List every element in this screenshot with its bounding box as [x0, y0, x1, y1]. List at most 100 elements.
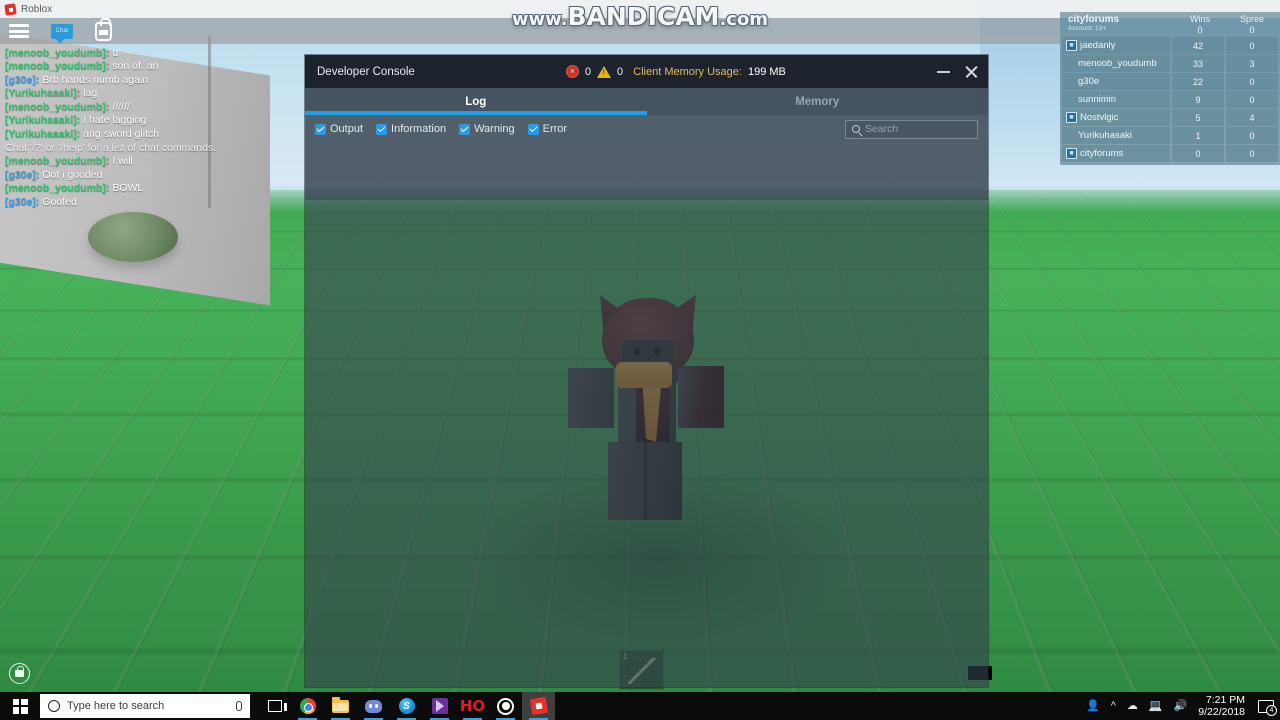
leaderboard-row-spree: 0 [1226, 91, 1278, 108]
screen: 1 Roblox Chat [menoob_youdumb]: u [menoo… [0, 0, 1280, 720]
window-controls [937, 65, 982, 79]
leaderboard-row[interactable]: g30e 22 0 [1062, 73, 1278, 90]
warning-count: 0 [617, 65, 624, 78]
chat-author: [menoob_youdumb]: [5, 60, 110, 73]
taskbar-app-icons: S HO [258, 692, 555, 720]
checkbox-output[interactable] [315, 123, 326, 135]
windows-taskbar: Type here to search S HO 👤 ^ ☁ 💻 🔊 7:21 … [0, 692, 1280, 720]
leaderboard-row-name-cell: ■ cityforums [1062, 145, 1170, 162]
taskbar-app-roblox[interactable] [522, 692, 555, 720]
microphone-icon[interactable] [236, 701, 242, 711]
leaderboard-row-wins: 5 [1172, 109, 1224, 126]
chat-author: [menoob_youdumb]: [5, 155, 110, 168]
clock-time: 7:21 PM [1205, 694, 1245, 706]
mouse-lock-icon[interactable] [9, 663, 30, 684]
chat-message: Chat '/?' or '/help' for a list of chat … [5, 141, 217, 154]
leaderboard-row[interactable]: sunnimin 9 0 [1062, 91, 1278, 108]
roblox-icon [529, 696, 548, 716]
checkbox-error[interactable] [527, 123, 539, 135]
player-leaderboard: cityforums Account: 13+ Wins 0 Spree 0 ■… [1060, 12, 1280, 165]
active-tab-underline [305, 111, 647, 115]
search-input[interactable]: Search [845, 119, 978, 139]
checkbox-warning[interactable] [459, 123, 471, 135]
leaderboard-row-wins: 9 [1172, 91, 1224, 108]
volume-icon[interactable]: 🔊 [1174, 700, 1188, 712]
leaderboard-col-spree-label: Spree [1239, 14, 1265, 24]
bandicam-record-icon [497, 697, 514, 715]
developer-console-log-output[interactable] [305, 143, 988, 687]
log-output-top-band [305, 143, 988, 200]
chat-log[interactable]: [menoob_youdumb]: u [menoob_youdumb]: so… [5, 44, 305, 209]
ho-icon: HO [459, 696, 486, 715]
close-icon[interactable] [964, 65, 978, 79]
checkbox-information[interactable] [376, 123, 388, 135]
chat-message: son of. an [112, 60, 159, 73]
chat-message: ang sword glitch [83, 128, 160, 141]
bush-decoration [88, 212, 178, 262]
windows-logo-glyph [12, 698, 28, 714]
leaderboard-row-spree: 0 [1226, 37, 1278, 54]
leaderboard-row-wins: 1 [1172, 127, 1224, 144]
developer-console-titlebar[interactable]: Developer Console × 0 0 Client Memory Us… [305, 55, 988, 88]
checkbox-error-label: Error [542, 123, 568, 135]
checkbox-warning-label: Warning [474, 123, 515, 135]
taskbar-app-vscode[interactable] [423, 692, 456, 720]
chat-message: ////// [112, 100, 130, 113]
leaderboard-row[interactable]: ■ jaedanly 42 0 [1062, 37, 1278, 54]
taskbar-app-bandicam[interactable] [489, 692, 522, 720]
hamburger-menu-icon[interactable] [9, 24, 29, 38]
clock-date: 9/22/2018 [1198, 706, 1245, 718]
builders-club-badge-icon: ■ [1066, 148, 1077, 159]
leaderboard-row[interactable]: ■ cityforums 0 0 [1062, 145, 1278, 162]
taskbar-app-file-explorer[interactable] [324, 692, 357, 720]
leaderboard-row-name: g30e [1078, 76, 1100, 87]
chat-line: [menoob_youdumb]: ////// [5, 100, 305, 114]
leaderboard-row[interactable]: Yurikuhasaki 1 0 [1062, 127, 1278, 144]
leaderboard-row-name: Yurikuhasaki [1078, 130, 1132, 141]
onedrive-icon[interactable]: ☁ [1127, 700, 1138, 712]
people-icon[interactable]: 👤 [1086, 700, 1100, 712]
tab-memory[interactable]: Memory [647, 88, 989, 115]
taskbar-task-view-button[interactable] [258, 692, 291, 720]
developer-console-tabs: Log Memory [305, 88, 988, 115]
leaderboard-row[interactable]: menoob_youdumb 33 3 [1062, 55, 1278, 72]
leaderboard-row-spree: 3 [1226, 55, 1278, 72]
search-placeholder: Search [865, 123, 899, 135]
leaderboard-row[interactable]: ■ Nostvlgic 5 4 [1062, 109, 1278, 126]
windows-start-icon[interactable] [0, 692, 40, 720]
taskbar-search-input[interactable]: Type here to search [40, 694, 250, 718]
leaderboard-row-name: menoob_youdumb [1078, 58, 1157, 69]
taskbar-app-discord[interactable] [357, 692, 390, 720]
taskbar-app-ho[interactable]: HO [456, 692, 489, 720]
warning-icon [597, 65, 612, 78]
error-icon: × [565, 65, 579, 78]
taskbar-app-skype[interactable]: S [390, 692, 423, 720]
discord-icon [365, 699, 382, 713]
chat-author: [menoob_youdumb]: [5, 182, 110, 195]
chat-author: [Yurikuhasaki]: [5, 87, 81, 100]
leaderboard-row-wins: 42 [1172, 37, 1224, 54]
action-center-icon[interactable]: 4 [1258, 699, 1277, 716]
leaderboard-row-wins: 0 [1172, 145, 1224, 162]
chrome-icon [299, 698, 316, 714]
chat-bubble-icon[interactable]: Chat [51, 23, 73, 44]
chat-message: Oof i gooded [42, 168, 103, 181]
leaderboard-row-name: sunnimin [1078, 94, 1117, 105]
file-explorer-icon [332, 696, 349, 713]
roblox-logo-icon [4, 2, 17, 16]
vscode-icon [431, 698, 448, 714]
leaderboard-col-spree: Spree 0 [1226, 14, 1278, 36]
network-icon[interactable]: 💻 [1149, 700, 1163, 712]
chat-system-line: Chat '/?' or '/help' for a list of chat … [5, 141, 305, 155]
chat-line: [Yurikuhasaki]: ang sword glitch [5, 128, 305, 142]
system-tray: 👤 ^ ☁ 💻 🔊 7:21 PM 9/22/2018 4 [1086, 694, 1280, 718]
developer-console-window[interactable]: Developer Console × 0 0 Client Memory Us… [305, 55, 988, 687]
show-hidden-icons-chevron[interactable]: ^ [1111, 700, 1116, 712]
chat-message: BOWL [112, 182, 144, 195]
chat-line: [g30e]: Oof i gooded [5, 168, 305, 182]
taskbar-clock[interactable]: 7:21 PM 9/22/2018 [1198, 694, 1247, 718]
backpack-icon[interactable] [95, 17, 112, 41]
chat-line: [Yurikuhasaki]: I hate lagging [5, 114, 305, 128]
minimize-icon[interactable] [937, 70, 950, 73]
taskbar-app-chrome[interactable] [291, 692, 324, 720]
